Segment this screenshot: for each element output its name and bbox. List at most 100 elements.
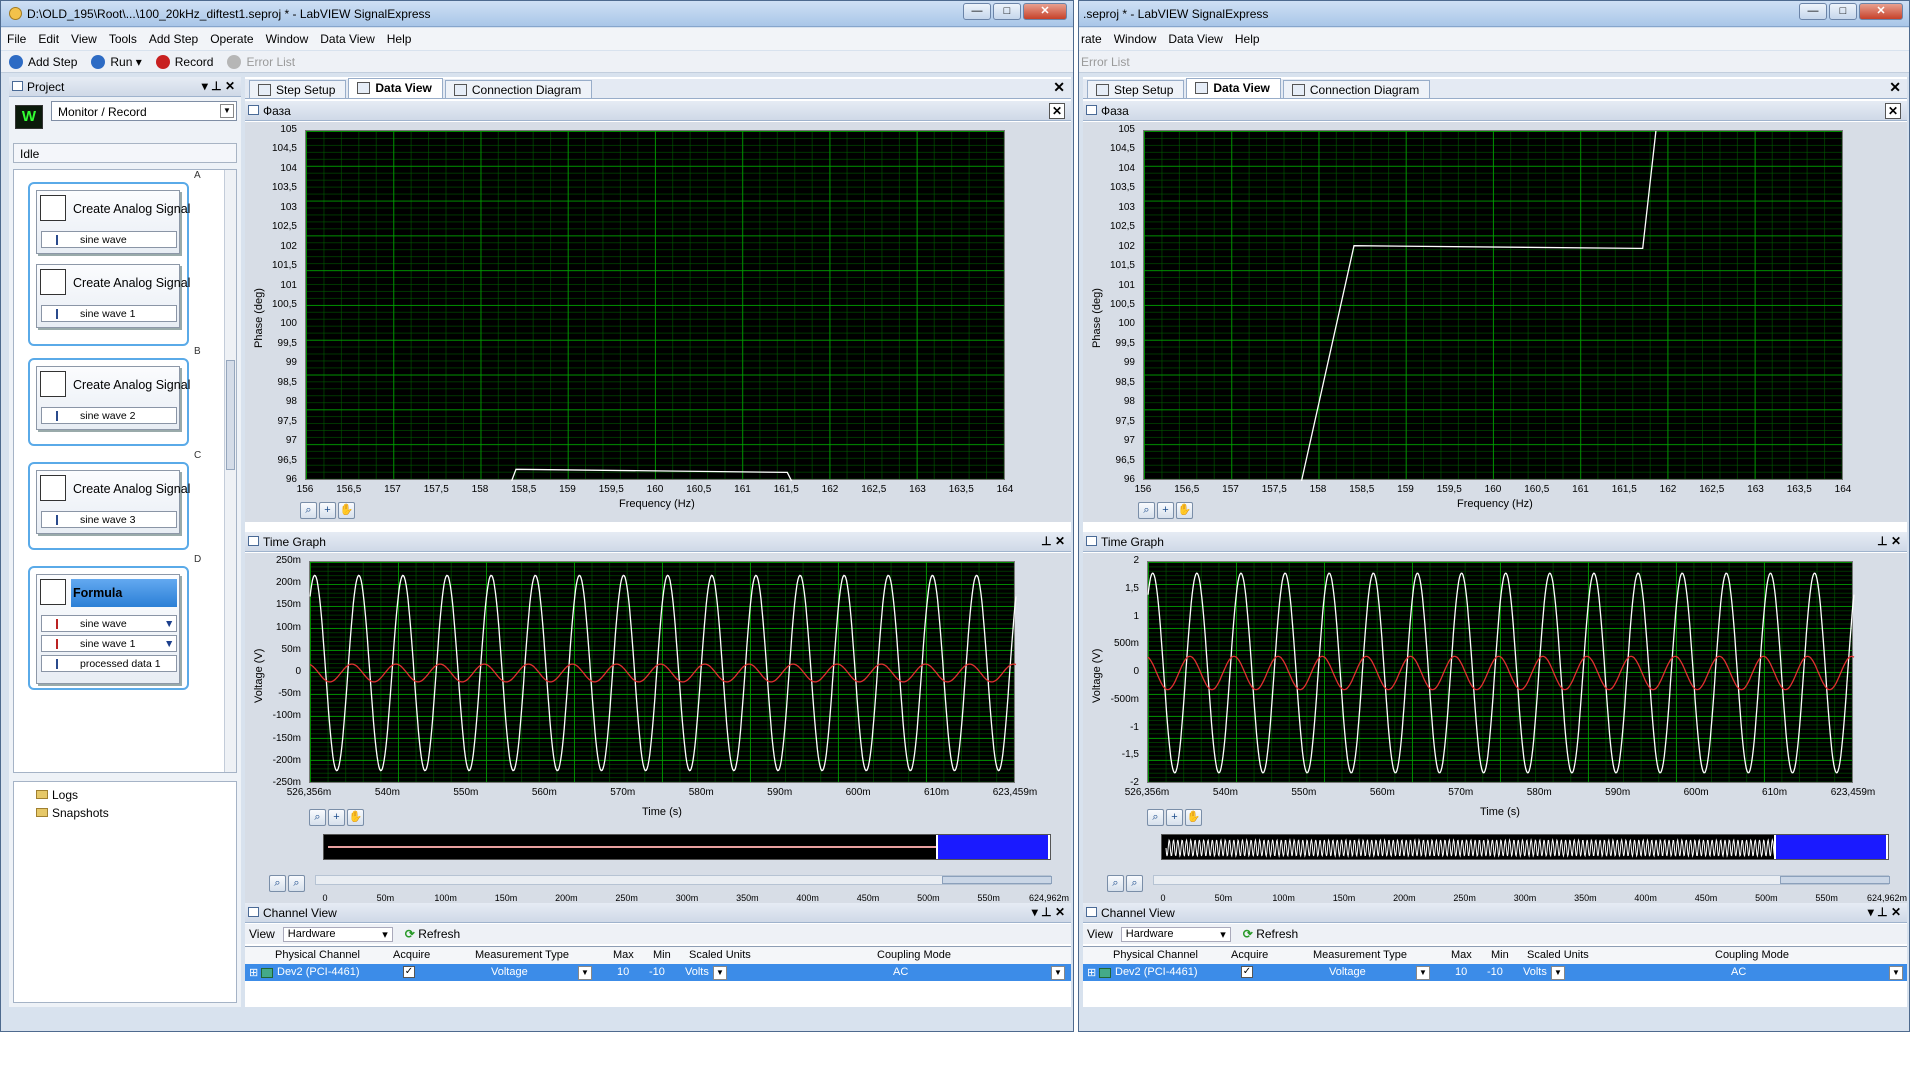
close-button[interactable]: ✕ — [1859, 3, 1903, 20]
overview-scrollbar[interactable] — [315, 875, 1052, 885]
view-select[interactable]: Hardware ▾ — [282, 926, 393, 942]
add-step-button[interactable]: Add Step — [9, 54, 77, 69]
tab-step-setup[interactable]: Step Setup — [249, 80, 347, 98]
time-plot-area[interactable] — [1147, 561, 1855, 783]
overview-scrollbar[interactable] — [1153, 875, 1890, 885]
step-output[interactable]: sine wave 1 — [41, 305, 177, 322]
menu-data-view[interactable]: Data View — [1168, 32, 1222, 46]
zoom-in-icon[interactable]: ⌕ — [269, 875, 286, 892]
menu-data-view[interactable]: Data View — [320, 32, 374, 46]
minimize-button[interactable]: — — [1799, 3, 1827, 20]
table-row[interactable]: ⊞ Dev2 (PCI-4461) ✓ Voltage ▼ 10 -10 Vol… — [245, 964, 1071, 981]
project-pane-controls[interactable]: ▾ ⊥ ✕ — [202, 79, 235, 93]
chevron-down-icon[interactable]: ▼ — [713, 966, 727, 980]
expand-icon[interactable]: ⊞ — [1087, 966, 1096, 979]
time-plot-area[interactable] — [309, 561, 1017, 783]
menu-edit[interactable]: Edit — [38, 32, 59, 46]
step-create-analog-signal[interactable]: Create Analog Signal sine wave — [36, 190, 190, 254]
step-output[interactable]: processed data 1 — [41, 655, 177, 672]
close-tab-button[interactable]: ✕ — [1889, 79, 1901, 96]
zoom-icon[interactable]: ⌕ — [300, 502, 317, 519]
maximize-button[interactable]: □ — [1829, 3, 1857, 20]
refresh-button[interactable]: ⟳ Refresh — [405, 927, 460, 941]
menu-file[interactable]: File — [7, 32, 26, 46]
pan-icon[interactable]: ✋ — [338, 502, 355, 519]
tree-item-logs[interactable]: Logs — [36, 788, 78, 802]
time-graph-controls[interactable]: ⊥ ✕ — [1877, 534, 1901, 548]
record-button[interactable]: Record — [155, 54, 213, 69]
menu-help[interactable]: Help — [387, 32, 412, 46]
step-input[interactable]: sine wave 1 ▼ — [41, 635, 177, 652]
y-tick-label: 96,5 — [277, 454, 297, 466]
crosshair-icon[interactable]: + — [1166, 809, 1183, 826]
crosshair-icon[interactable]: + — [328, 809, 345, 826]
phase-plot-area[interactable] — [1143, 130, 1843, 482]
tab-connection-diagram[interactable]: Connection Diagram — [1282, 80, 1431, 98]
step-output[interactable]: sine wave 2 — [41, 407, 177, 424]
pan-icon[interactable]: ✋ — [1176, 502, 1193, 519]
crosshair-icon[interactable]: + — [1157, 502, 1174, 519]
minimize-button[interactable]: — — [963, 3, 991, 20]
chevron-down-icon[interactable]: ▼ — [1416, 966, 1430, 980]
error-list-button[interactable]: Error List — [227, 54, 295, 69]
zoom-icon[interactable]: ⌕ — [1147, 809, 1164, 826]
run-button[interactable]: Run ▾ — [91, 54, 142, 69]
table-row[interactable]: ⊞ Dev2 (PCI-4461) ✓ Voltage ▼ 10 -10 Vol… — [1083, 964, 1907, 981]
menu-view[interactable]: View — [71, 32, 97, 46]
step-output[interactable]: sine wave — [41, 231, 177, 248]
zoom-out-icon[interactable]: ⌕ — [288, 875, 305, 892]
chevron-down-icon[interactable]: ▼ — [1889, 966, 1903, 980]
time-overview[interactable] — [1161, 834, 1889, 860]
step-create-analog-signal[interactable]: Create Analog Signal sine wave 3 — [36, 470, 190, 534]
step-create-analog-signal[interactable]: Create Analog Signal sine wave 2 — [36, 366, 190, 430]
step-input[interactable]: sine wave ▼ — [41, 615, 177, 632]
left-titlebar[interactable]: D:\OLD_195\Root\...\100_20kHz_diftest1.s… — [1, 1, 1073, 27]
close-button[interactable]: ✕ — [1023, 3, 1067, 20]
mode-select[interactable]: Monitor / Record ▼ — [51, 101, 237, 121]
menu-operate[interactable]: Operate — [210, 32, 253, 46]
step-formula[interactable]: Formula sine wave ▼ sine wave 1 ▼ processe… — [36, 574, 180, 684]
tree-item-snapshots[interactable]: Snapshots — [36, 806, 109, 820]
crosshair-icon[interactable]: + — [319, 502, 336, 519]
zoom-icon[interactable]: ⌕ — [1138, 502, 1155, 519]
phase-plot-area[interactable] — [305, 130, 1005, 482]
channel-view-controls[interactable]: ▾ ⊥ ✕ — [1868, 905, 1901, 919]
tab-data-view[interactable]: Data View — [348, 78, 443, 98]
overview-selection[interactable] — [936, 835, 1050, 859]
step-output[interactable]: sine wave 3 — [41, 511, 177, 528]
acquire-checkbox[interactable]: ✓ — [1241, 966, 1253, 978]
chevron-down-icon[interactable]: ▼ — [1551, 966, 1565, 980]
chevron-down-icon[interactable]: ▼ — [578, 966, 592, 980]
tab-step-setup[interactable]: Step Setup — [1087, 80, 1185, 98]
zoom-out-icon[interactable]: ⌕ — [1126, 875, 1143, 892]
menu-add-step[interactable]: Add Step — [149, 32, 198, 46]
chevron-down-icon[interactable]: ▼ — [1051, 966, 1065, 980]
close-graph-button[interactable]: ✕ — [1048, 103, 1065, 119]
close-graph-button[interactable]: ✕ — [1884, 103, 1901, 119]
menu-help[interactable]: Help — [1235, 32, 1260, 46]
zoom-icon[interactable]: ⌕ — [309, 809, 326, 826]
close-tab-button[interactable]: ✕ — [1053, 79, 1065, 96]
pan-icon[interactable]: ✋ — [1185, 809, 1202, 826]
channel-view-controls[interactable]: ▾ ⊥ ✕ — [1032, 905, 1065, 919]
maximize-button[interactable]: □ — [993, 3, 1021, 20]
refresh-button[interactable]: ⟳ Refresh — [1243, 927, 1298, 941]
error-list-button[interactable]: Error List — [1081, 55, 1130, 69]
time-overview[interactable] — [323, 834, 1051, 860]
menu-operate[interactable]: rate — [1081, 32, 1102, 46]
right-titlebar[interactable]: .seproj * - LabVIEW SignalExpress — □ ✕ — [1079, 1, 1909, 27]
acquire-checkbox[interactable]: ✓ — [403, 966, 415, 978]
steps-scrollbar[interactable] — [224, 170, 236, 772]
time-graph-controls[interactable]: ⊥ ✕ — [1041, 534, 1065, 548]
step-create-analog-signal[interactable]: Create Analog Signal sine wave 1 — [36, 264, 190, 328]
menu-window[interactable]: Window — [266, 32, 309, 46]
tab-data-view[interactable]: Data View — [1186, 78, 1281, 98]
tab-connection-diagram[interactable]: Connection Diagram — [444, 80, 593, 98]
overview-selection[interactable] — [1774, 835, 1888, 859]
menu-tools[interactable]: Tools — [109, 32, 137, 46]
view-select[interactable]: Hardware ▾ — [1120, 926, 1231, 942]
pan-icon[interactable]: ✋ — [347, 809, 364, 826]
menu-window[interactable]: Window — [1114, 32, 1157, 46]
zoom-in-icon[interactable]: ⌕ — [1107, 875, 1124, 892]
expand-icon[interactable]: ⊞ — [249, 966, 258, 979]
